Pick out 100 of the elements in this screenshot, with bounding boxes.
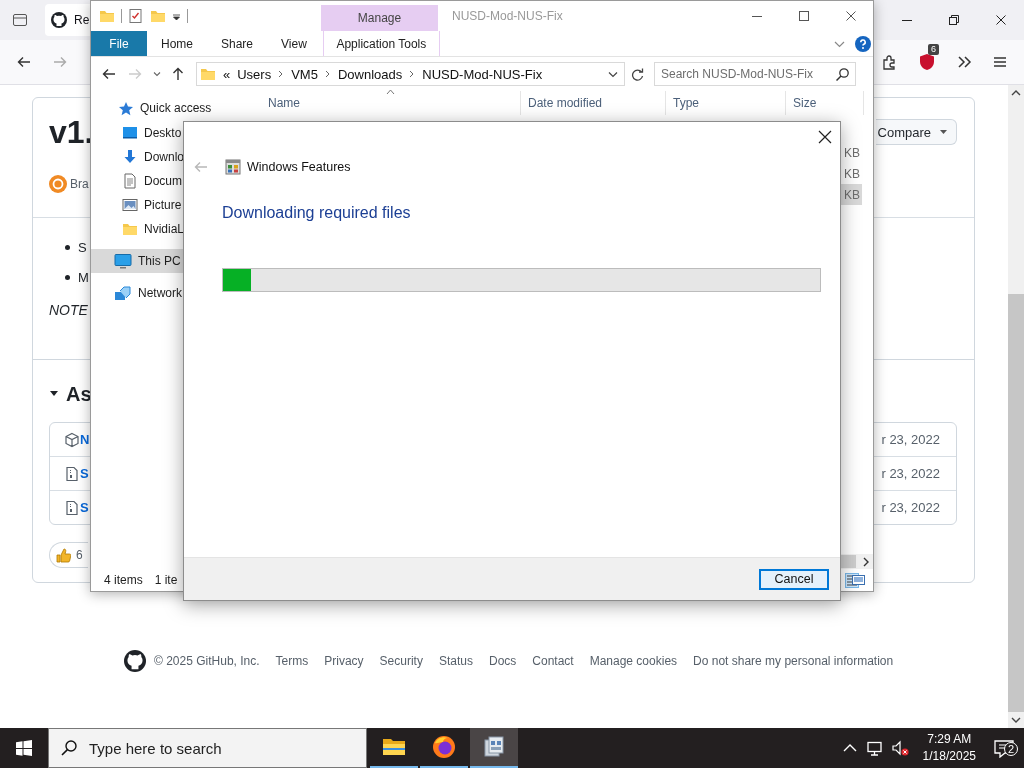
maximize-icon[interactable] — [799, 11, 809, 21]
browser-icon — [432, 735, 456, 759]
compare-button[interactable]: Compare — [875, 119, 957, 145]
taskbar-app[interactable] — [470, 728, 518, 768]
caret-icon[interactable] — [842, 743, 857, 753]
clock-time[interactable]: 7:29 AM — [927, 731, 972, 748]
asset-date: r 23, 2022 — [881, 500, 940, 515]
overflow-icon[interactable] — [956, 54, 972, 70]
chevron-icon — [324, 70, 331, 78]
path-segment[interactable]: Downloads — [337, 66, 403, 82]
restore-icon[interactable] — [949, 15, 959, 25]
list-item-text: M — [78, 269, 89, 285]
search-field[interactable]: Type here to search — [48, 728, 367, 768]
refresh-icon[interactable] — [630, 67, 644, 81]
reaction-button[interactable]: 6 — [49, 542, 88, 568]
count-badge: 6 — [928, 44, 939, 55]
chevron-icon — [409, 70, 416, 78]
scrollbar[interactable] — [1008, 85, 1024, 728]
bullet — [65, 274, 70, 280]
browser-tab[interactable]: Re — [45, 4, 90, 36]
scroll-right-icon[interactable] — [862, 556, 869, 567]
back-icon[interactable] — [101, 66, 117, 82]
ribbon-tab[interactable]: View — [267, 31, 321, 56]
asset-link[interactable]: S — [80, 466, 89, 481]
tab-list-icon[interactable] — [12, 12, 28, 28]
window-title: NUSD-Mod-NUS-Fix — [452, 9, 563, 23]
ribbon-tab[interactable]: Home — [147, 31, 207, 56]
avatar-icon — [49, 175, 67, 193]
star-icon — [118, 101, 134, 117]
puzzle-icon[interactable] — [882, 54, 898, 70]
author-name[interactable]: Bra — [70, 177, 89, 191]
help-icon[interactable] — [855, 35, 871, 52]
close-icon[interactable] — [818, 130, 832, 144]
path-segment[interactable]: NUSD-Mod-NUS-Fix — [422, 66, 543, 82]
status-text: 1 ite — [154, 573, 178, 587]
back-icon[interactable] — [16, 54, 32, 70]
up-icon[interactable] — [171, 66, 185, 82]
cancel-button[interactable]: Cancel — [759, 568, 829, 590]
footer-link[interactable]: Docs — [488, 654, 517, 668]
ribbon-tab[interactable]: Share — [207, 31, 268, 56]
close-icon[interactable] — [996, 15, 1006, 25]
asset-link[interactable]: S — [80, 500, 89, 515]
status-text: 4 items — [104, 573, 143, 587]
computer-icon — [114, 253, 132, 269]
path-overflow[interactable]: « — [223, 66, 231, 82]
nav-item[interactable]: Quick access — [91, 101, 251, 121]
menu-icon[interactable] — [992, 54, 1008, 70]
muted-speaker-icon[interactable] — [891, 740, 909, 756]
recent-locations-icon[interactable] — [153, 71, 161, 77]
footer-link[interactable]: Terms — [275, 654, 309, 668]
close-icon[interactable] — [846, 11, 856, 21]
status-heading: Downloading required files — [222, 204, 412, 222]
desktop-icon — [122, 125, 138, 141]
notification-button[interactable]: 2 — [984, 728, 1024, 768]
scroll-up-icon[interactable] — [1011, 90, 1021, 96]
path-segment[interactable]: VM5 — [291, 66, 318, 82]
thumbs-up-icon — [55, 547, 71, 563]
dropdown-icon[interactable] — [608, 70, 618, 78]
column-header[interactable]: Size — [786, 91, 864, 115]
download-icon — [122, 149, 138, 165]
copyright-text: © 2025 GitHub, Inc. — [154, 654, 260, 668]
column-header[interactable]: Type — [666, 91, 786, 115]
footer-link[interactable]: Manage cookies — [589, 654, 678, 668]
footer-link[interactable]: Contact — [532, 654, 574, 668]
thumbnail-view-icon[interactable] — [852, 574, 865, 586]
dropdown-icon[interactable] — [172, 11, 181, 21]
chevron-icon — [278, 70, 285, 78]
column-header[interactable]: Name — [251, 91, 521, 115]
footer-link[interactable]: Privacy — [324, 654, 364, 668]
ribbon-tab[interactable]: Application Tools — [322, 31, 440, 56]
search-icon — [835, 67, 849, 81]
asset-date: r 23, 2022 — [881, 432, 940, 447]
folder-icon — [200, 66, 216, 82]
release-title: v1. — [49, 113, 94, 151]
scroll-down-icon[interactable] — [1011, 717, 1021, 723]
network-icon — [114, 285, 132, 301]
footer-link[interactable]: Do not share my personal information — [693, 654, 894, 668]
logo-icon[interactable] — [124, 650, 146, 672]
archive-icon — [64, 499, 80, 516]
checklist-icon[interactable] — [128, 8, 144, 24]
folder-icon — [122, 221, 138, 237]
size-cell-text: KB — [844, 145, 861, 160]
logo-icon — [51, 12, 67, 28]
path-segment[interactable]: Users — [237, 66, 272, 82]
footer-link[interactable]: Security — [379, 654, 423, 668]
asset-link[interactable]: N — [80, 432, 90, 447]
shield-icon[interactable] — [918, 53, 936, 71]
footer-link[interactable]: Status — [438, 654, 473, 668]
network-icon[interactable] — [866, 740, 882, 756]
clock-date[interactable]: 1/18/2025 — [922, 748, 976, 765]
address-bar[interactable]: « Users VM5 Downloads NUSD-Mod-NUS-Fix — [196, 62, 625, 86]
column-header[interactable]: Date modified — [521, 91, 666, 115]
asset-date: r 23, 2022 — [881, 466, 940, 481]
assets-heading: As — [66, 382, 92, 406]
app-icon — [225, 159, 241, 175]
ribbon-tab[interactable]: File — [91, 31, 147, 56]
expand-ribbon-icon[interactable] — [834, 39, 845, 48]
list-item-text: S — [78, 239, 87, 255]
scrollbar-thumb[interactable] — [1008, 294, 1024, 712]
app-icon — [482, 735, 506, 759]
